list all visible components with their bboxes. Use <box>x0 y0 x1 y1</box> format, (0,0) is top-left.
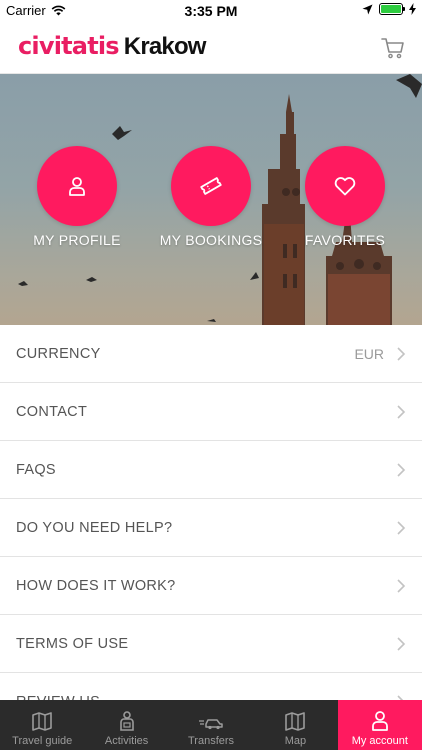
status-bar: Carrier 3:35 PM <box>0 0 422 22</box>
chevron-right-icon <box>397 636 406 651</box>
cart-icon <box>381 38 404 59</box>
favorites-circle[interactable] <box>305 146 385 226</box>
menu-item-label: CURRENCY <box>16 345 101 362</box>
menu-item-currency[interactable]: CURRENCY EUR <box>0 325 422 383</box>
bottom-tab-bar: Travel guide Activities Transfers Map My… <box>0 700 422 750</box>
tab-map[interactable]: Map <box>253 700 337 750</box>
menu-item-label: HOW DOES IT WORK? <box>16 577 176 594</box>
account-menu: CURRENCY EUR CONTACT FAQS DO YOU NEED HE… <box>0 325 422 731</box>
brand-logo: civitatis Krakow <box>18 32 206 61</box>
city-name: Krakow <box>123 33 207 60</box>
tab-transfers[interactable]: Transfers <box>169 700 253 750</box>
tab-label: Transfers <box>187 735 235 747</box>
map-book-icon <box>32 712 53 731</box>
menu-item-label: TERMS OF USE <box>16 635 129 652</box>
menu-item-contact[interactable]: CONTACT <box>0 383 422 441</box>
tab-label: Travel guide <box>12 735 73 747</box>
tab-my-account[interactable]: My account <box>337 700 422 750</box>
chevron-right-icon <box>397 520 406 535</box>
chevron-right-icon <box>397 404 406 419</box>
chevron-right-icon <box>397 462 406 477</box>
map-icon <box>285 712 306 731</box>
menu-item-label: FAQS <box>16 461 56 478</box>
menu-item-label: DO YOU NEED HELP? <box>16 519 173 536</box>
favorites-label: FAVORITES <box>304 232 386 248</box>
cart-button[interactable] <box>380 35 406 61</box>
my-profile-button[interactable]: MY PROFILE <box>12 146 142 248</box>
menu-item-how-it-works[interactable]: HOW DOES IT WORK? <box>0 557 422 615</box>
ticket-icon <box>200 177 222 195</box>
charging-bolt-icon <box>409 3 416 15</box>
tab-label: My account <box>351 735 408 747</box>
brand-name: civitatis <box>18 32 120 60</box>
tab-travel-guide[interactable]: Travel guide <box>0 700 84 750</box>
tab-label: Activities <box>104 735 149 747</box>
user-icon <box>371 711 388 731</box>
menu-item-faqs[interactable]: FAQS <box>0 441 422 499</box>
my-profile-label: MY PROFILE <box>33 232 121 248</box>
chevron-right-icon <box>397 578 406 593</box>
tab-activities[interactable]: Activities <box>84 700 168 750</box>
tab-label: Map <box>284 735 307 747</box>
my-profile-circle[interactable] <box>37 146 117 226</box>
battery-icon <box>379 3 405 15</box>
currency-value: EUR <box>354 345 384 362</box>
favorites-button[interactable]: FAVORITES <box>280 146 410 248</box>
car-icon <box>199 719 223 730</box>
menu-item-terms[interactable]: TERMS OF USE <box>0 615 422 673</box>
hero-banner: MY PROFILE MY BOOKINGS FAVORITES <box>0 74 422 325</box>
location-arrow-icon <box>362 4 373 14</box>
app-header: civitatis Krakow <box>0 22 422 74</box>
menu-item-need-help[interactable]: DO YOU NEED HELP? <box>0 499 422 557</box>
my-bookings-button[interactable]: MY BOOKINGS <box>146 146 276 248</box>
menu-item-label: CONTACT <box>16 403 88 420</box>
guide-icon <box>119 711 134 731</box>
status-time: 3:35 PM <box>184 3 238 19</box>
chevron-right-icon <box>397 346 406 361</box>
heart-icon <box>334 177 356 196</box>
my-bookings-circle[interactable] <box>171 146 251 226</box>
my-bookings-label: MY BOOKINGS <box>159 232 263 248</box>
user-icon <box>69 177 85 196</box>
